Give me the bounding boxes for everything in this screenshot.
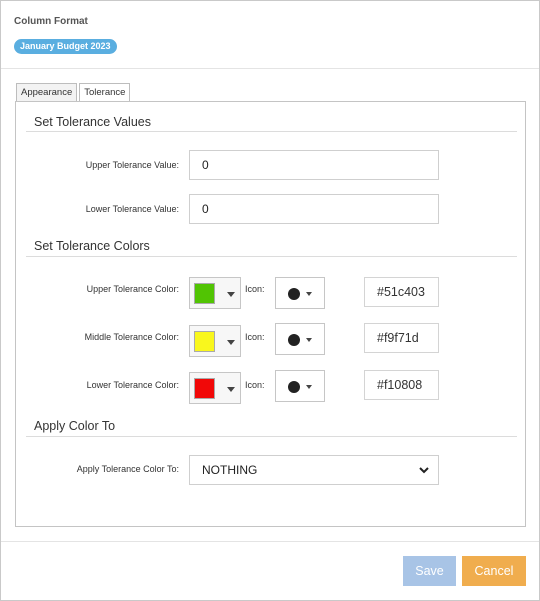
caret-down-icon (306, 292, 312, 296)
section-divider (26, 131, 517, 132)
dialog-header: Column Format January Budget 2023 (1, 1, 539, 69)
icon-label: Icon: (245, 332, 265, 342)
icon-label: Icon: (245, 380, 265, 390)
lower-tolerance-color-label: Lower Tolerance Color: (86, 380, 179, 390)
save-button[interactable]: Save (403, 556, 456, 586)
color-swatch (194, 283, 215, 304)
middle-tolerance-hex-value: #f9f71d (364, 323, 439, 353)
icon-label: Icon: (245, 284, 265, 294)
caret-down-icon (227, 387, 235, 392)
section-title-tolerance-values: Set Tolerance Values (34, 115, 151, 129)
cancel-button[interactable]: Cancel (462, 556, 526, 586)
middle-tolerance-icon-picker[interactable] (275, 323, 325, 355)
caret-down-icon (227, 292, 235, 297)
circle-icon (288, 381, 300, 393)
section-title-tolerance-colors: Set Tolerance Colors (34, 239, 150, 253)
upper-tolerance-icon-picker[interactable] (275, 277, 325, 309)
upper-tolerance-color-picker[interactable] (189, 277, 241, 309)
upper-tolerance-color-label: Upper Tolerance Color: (86, 284, 179, 294)
section-divider (26, 256, 517, 257)
chevron-down-icon (419, 467, 429, 474)
column-format-dialog: Column Format January Budget 2023 Appear… (0, 0, 540, 601)
upper-tolerance-value-input[interactable] (189, 150, 439, 180)
circle-icon (288, 288, 300, 300)
upper-tolerance-value-label: Upper Tolerance Value: (85, 160, 179, 170)
dialog-title: Column Format (14, 16, 88, 27)
apply-tolerance-color-select[interactable]: NOTHING (189, 455, 439, 485)
color-swatch (194, 378, 215, 399)
lower-tolerance-value-label: Lower Tolerance Value: (85, 204, 179, 214)
tab-tolerance[interactable]: Tolerance (79, 83, 131, 102)
footer-divider (1, 541, 539, 542)
color-swatch (194, 331, 215, 352)
apply-tolerance-color-label: Apply Tolerance Color To: (76, 464, 179, 474)
lower-tolerance-value-input[interactable] (189, 194, 439, 224)
circle-icon (288, 334, 300, 346)
caret-down-icon (306, 338, 312, 342)
tolerance-panel: Set Tolerance Values Upper Tolerance Val… (15, 101, 526, 527)
lower-tolerance-icon-picker[interactable] (275, 370, 325, 402)
section-divider (26, 436, 517, 437)
upper-tolerance-hex-value: #51c403 (364, 277, 439, 307)
middle-tolerance-color-picker[interactable] (189, 325, 241, 357)
lower-tolerance-color-picker[interactable] (189, 372, 241, 404)
caret-down-icon (306, 385, 312, 389)
tab-appearance[interactable]: Appearance (16, 83, 78, 102)
tab-bar: Appearance Tolerance (16, 83, 131, 102)
middle-tolerance-color-label: Middle Tolerance Color: (84, 332, 179, 342)
caret-down-icon (227, 340, 235, 345)
apply-tolerance-color-value: NOTHING (202, 463, 258, 477)
context-badge: January Budget 2023 (14, 39, 117, 54)
lower-tolerance-hex-value: #f10808 (364, 370, 439, 400)
section-title-apply-color: Apply Color To (34, 419, 116, 433)
